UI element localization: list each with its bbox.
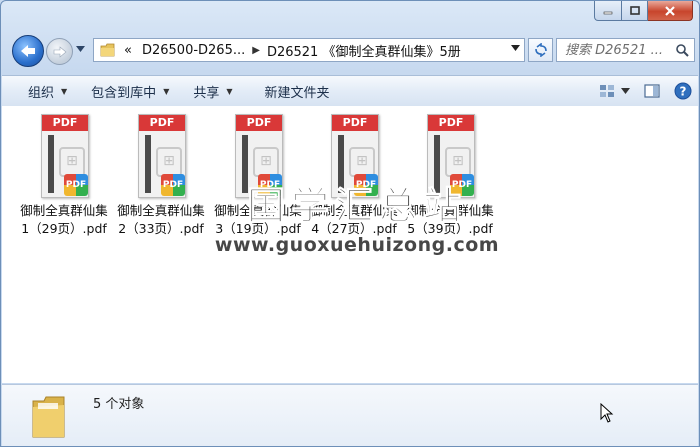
new-folder-button[interactable]: 新建文件夹 (253, 77, 342, 105)
pdf-band-label: PDF (236, 115, 282, 131)
breadcrumb-current[interactable]: D26521 《御制全真群仙集》5册 (267, 41, 461, 60)
share-label: 共享 (193, 85, 220, 101)
svg-text:?: ? (680, 85, 687, 99)
file-item[interactable]: PDF ⊞ PDF 御制全真群仙集 1（29页）.pdf (16, 112, 112, 238)
change-view-button[interactable] (599, 84, 630, 98)
back-button[interactable] (12, 35, 44, 67)
pdf-badge-label: PDF (161, 174, 185, 196)
pdf-band-label: PDF (42, 115, 88, 131)
address-dropdown-icon[interactable] (511, 45, 520, 51)
explorer-window: « D26500-D265... ▶ D26521 《御制全真群仙集》5册 组织… (0, 0, 700, 447)
minimize-icon (603, 11, 613, 14)
pdf-stamp-icon: ⊞ (253, 147, 279, 177)
file-name-line2: 3（19页）.pdf (215, 221, 301, 236)
file-name-line2: 4（27页）.pdf (311, 221, 397, 236)
forward-button[interactable] (46, 38, 73, 65)
file-name-line1: 御制全真群仙集 (117, 203, 205, 218)
pdf-spine (338, 135, 344, 193)
caption-buttons (594, 1, 693, 21)
file-item[interactable]: PDF ⊞ PDF 御制全真群仙集 5（39页）.pdf (402, 112, 498, 238)
include-in-library-menu[interactable]: 包含到库中 ▼ (79, 77, 181, 105)
toolbar-right-group: ? (599, 76, 692, 106)
chevron-down-icon: ▼ (163, 86, 170, 96)
recent-pages-button[interactable] (75, 44, 85, 54)
pdf-spine (48, 135, 54, 193)
maximize-button[interactable] (622, 1, 648, 21)
pdf-file-icon: PDF ⊞ PDF (233, 112, 283, 198)
refresh-button[interactable] (528, 38, 553, 62)
pdf-stamp-icon: ⊞ (445, 147, 471, 177)
details-pane: 5 个对象 (2, 384, 698, 446)
organize-menu[interactable]: 组织 ▼ (16, 77, 79, 105)
file-item[interactable]: PDF ⊞ PDF 御制全真群仙集 2（33页）.pdf (113, 112, 209, 238)
command-bar: 组织 ▼ 包含到库中 ▼ 共享 ▼ 新建文件夹 ? (2, 75, 698, 107)
file-name-line2: 1（29页）.pdf (21, 221, 107, 236)
navigation-bar: « D26500-D265... ▶ D26521 《御制全真群仙集》5册 (9, 33, 695, 67)
file-list-area[interactable]: PDF ⊞ PDF 御制全真群仙集 1（29页）.pdf PDF ⊞ PDF 御制全真群仙集 2（… (2, 106, 698, 383)
pdf-badge-label: PDF (450, 174, 474, 196)
pdf-file-icon: PDF ⊞ PDF (136, 112, 186, 198)
view-options-icon (600, 85, 614, 97)
file-name-line1: 御制全真群仙集 (310, 203, 398, 218)
breadcrumb-overflow[interactable]: « (124, 43, 132, 58)
pdf-band-label: PDF (428, 115, 474, 131)
search-input[interactable] (563, 41, 677, 59)
file-item[interactable]: PDF ⊞ PDF 御制全真群仙集 4（27页）.pdf (306, 112, 402, 238)
item-count: 5 个对象 (93, 397, 145, 412)
refresh-icon (534, 43, 547, 57)
pdf-spine (145, 135, 151, 193)
preview-pane-icon[interactable] (644, 83, 660, 99)
chevron-down-icon: ▼ (226, 86, 233, 96)
back-arrow-icon (21, 45, 35, 57)
pdf-spine (434, 135, 440, 193)
pdf-badge-label: PDF (354, 174, 378, 196)
pdf-file-icon: PDF ⊞ PDF (39, 112, 89, 198)
pdf-band-label: PDF (332, 115, 378, 131)
pdf-stamp-icon: ⊞ (59, 147, 85, 177)
search-icon[interactable] (675, 43, 689, 57)
file-item[interactable]: PDF ⊞ PDF 御制全真群仙集 3（19页）.pdf (210, 112, 306, 238)
pdf-file-icon: PDF ⊞ PDF (329, 112, 379, 198)
folder-icon (32, 396, 65, 438)
organize-label: 组织 (28, 85, 55, 101)
address-bar[interactable]: « D26500-D265... ▶ D26521 《御制全真群仙集》5册 (93, 38, 525, 62)
folder-icon (100, 43, 115, 57)
file-name-line2: 5（39页）.pdf (407, 221, 493, 236)
breadcrumb-separator-icon[interactable]: ▶ (252, 45, 260, 56)
breadcrumb-parent[interactable]: D26500-D265... (142, 43, 245, 58)
pdf-stamp-icon: ⊞ (349, 147, 375, 177)
search-box[interactable] (556, 38, 695, 62)
file-name-line1: 御制全真群仙集 (406, 203, 494, 218)
maximize-icon (629, 5, 640, 15)
pdf-badge-label: PDF (64, 174, 88, 196)
pdf-band-label: PDF (139, 115, 185, 131)
file-name-line1: 御制全真群仙集 (214, 203, 302, 218)
help-icon[interactable]: ? (674, 82, 692, 100)
pdf-file-icon: PDF ⊞ PDF (425, 112, 475, 198)
close-icon (665, 5, 675, 16)
share-menu[interactable]: 共享 ▼ (181, 77, 244, 105)
new-folder-label: 新建文件夹 (264, 85, 330, 101)
chevron-down-icon: ▼ (61, 86, 68, 96)
chevron-down-icon (75, 46, 85, 52)
pdf-stamp-icon: ⊞ (156, 147, 182, 177)
pdf-spine (242, 135, 248, 193)
minimize-button[interactable] (594, 1, 622, 21)
include-in-library-label: 包含到库中 (91, 85, 157, 101)
chevron-down-icon (621, 88, 630, 94)
forward-arrow-icon (53, 45, 66, 58)
file-name-line1: 御制全真群仙集 (20, 203, 108, 218)
pdf-badge-label: PDF (258, 174, 282, 196)
close-button[interactable] (648, 1, 693, 21)
mouse-cursor-icon (600, 403, 614, 423)
file-name-line2: 2（33页）.pdf (118, 221, 204, 236)
